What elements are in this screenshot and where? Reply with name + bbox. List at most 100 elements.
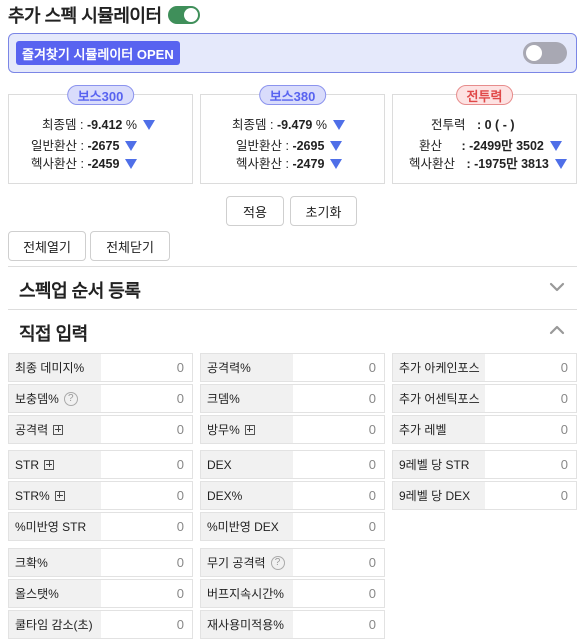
boss380-card: 보스380 최종뎀 : -9.479 % 일반환산 : -2695 헥사환산 :…: [200, 85, 385, 184]
field-label: 추가 레벨: [393, 416, 485, 443]
dex-percent-field[interactable]: DEX% 0: [200, 481, 385, 510]
field-label: 무기 공격력?: [201, 549, 293, 576]
plus-box-icon[interactable]: [54, 490, 65, 501]
str-percent-field[interactable]: STR% 0: [8, 481, 193, 510]
chevron-up-icon: [549, 325, 565, 335]
str-field[interactable]: STR 0: [8, 450, 193, 479]
field-value[interactable]: 0: [369, 580, 376, 607]
spec-order-section-header[interactable]: 스펙업 순서 등록: [8, 266, 577, 308]
field-value[interactable]: 0: [177, 549, 184, 576]
favorites-toggle[interactable]: [523, 42, 567, 64]
field-value[interactable]: 0: [369, 416, 376, 443]
favorites-open-button[interactable]: 즐겨찾기 시뮬레이터 OPEN: [16, 41, 180, 65]
field-value[interactable]: 0: [369, 385, 376, 412]
field-value[interactable]: 0: [177, 611, 184, 638]
apply-button[interactable]: 적용: [226, 196, 284, 226]
combat-power-hexa-conv: 헥사환산 : -1975만 3813: [409, 153, 567, 172]
field-value[interactable]: 0: [177, 385, 184, 412]
section-title: 스펙업 순서 등록: [19, 281, 141, 301]
expand-all-button[interactable]: 전체열기: [8, 231, 86, 261]
collapse-all-button[interactable]: 전체닫기: [90, 231, 170, 261]
field-label-text: 보충뎀%: [15, 392, 59, 406]
direct-input-section-header[interactable]: 직접 입력: [8, 309, 577, 351]
field-value[interactable]: 0: [177, 354, 184, 381]
extra-level-field[interactable]: 추가 레벨 0: [392, 415, 577, 444]
cooldown-reduction-field[interactable]: 쿨타임 감소(초) 0: [8, 610, 193, 639]
crit-damage-field[interactable]: 크뎀% 0: [200, 384, 385, 413]
section-title: 직접 입력: [19, 324, 88, 344]
crit-rate-field[interactable]: 크확% 0: [8, 548, 193, 577]
cooldown-ignore-field[interactable]: 재사용미적용% 0: [200, 610, 385, 639]
help-icon[interactable]: ?: [63, 391, 78, 406]
attack-field[interactable]: 공격력 0: [8, 415, 193, 444]
boss-damage-field[interactable]: 보충뎀%? 0: [8, 384, 193, 413]
field-label-text: 무기 공격력: [207, 556, 266, 570]
stat-label: 환산: [419, 139, 443, 153]
field-value[interactable]: 0: [369, 354, 376, 381]
boss380-final-dmg: 최종뎀 : -9.479 %: [232, 114, 345, 133]
field-value[interactable]: 0: [369, 451, 376, 478]
field-value[interactable]: 0: [177, 513, 184, 540]
stat-value: -9.412: [86, 118, 123, 132]
weapon-attack-field[interactable]: 무기 공격력? 0: [200, 548, 385, 577]
stat-value: -2459: [87, 157, 120, 171]
boss380-general-conv: 일반환산 : -2695: [236, 135, 343, 154]
field-value[interactable]: 0: [177, 451, 184, 478]
stat-value: : 0 ( - ): [477, 118, 515, 132]
field-value[interactable]: 0: [561, 416, 568, 443]
field-value[interactable]: 0: [561, 354, 568, 381]
boss300-final-dmg: 최종뎀 : -9.412 %: [42, 114, 155, 133]
field-value[interactable]: 0: [177, 416, 184, 443]
field-label: 최종 데미지%: [9, 354, 101, 381]
unapplied-dex-field[interactable]: %미반영 DEX 0: [200, 512, 385, 541]
str-per-9-level-field[interactable]: 9레벨 당 STR 0: [392, 450, 577, 479]
page-title: 추가 스펙 시뮬레이터: [8, 6, 162, 26]
extra-authentic-force-field[interactable]: 추가 어센틱포스 0: [392, 384, 577, 413]
field-value[interactable]: 0: [561, 451, 568, 478]
field-value[interactable]: 0: [369, 482, 376, 509]
stat-label: 일반환산 :: [31, 139, 84, 153]
field-value[interactable]: 0: [369, 549, 376, 576]
unapplied-str-field[interactable]: %미반영 STR 0: [8, 512, 193, 541]
field-value[interactable]: 0: [369, 611, 376, 638]
field-value[interactable]: 0: [177, 580, 184, 607]
stat-value: -2695: [292, 139, 325, 153]
all-stat-field[interactable]: 올스탯% 0: [8, 579, 193, 608]
field-label-text: 크확%: [15, 556, 48, 570]
field-label-text: 크뎀%: [207, 392, 240, 406]
down-arrow-icon: [549, 141, 562, 151]
field-value[interactable]: 0: [177, 482, 184, 509]
field-value[interactable]: 0: [369, 513, 376, 540]
plus-box-icon[interactable]: [44, 459, 54, 470]
plus-box-icon[interactable]: [53, 424, 64, 435]
final-damage-field[interactable]: 최종 데미지% 0: [8, 353, 193, 382]
dex-field[interactable]: DEX 0: [200, 450, 385, 479]
field-label-text: 추가 레벨: [399, 423, 447, 437]
field-label-text: 버프지속시간%: [207, 587, 284, 601]
reset-button[interactable]: 초기화: [290, 196, 357, 226]
field-label: 보충뎀%?: [9, 385, 101, 412]
field-label-text: STR%: [15, 488, 50, 503]
stat-label: 헥사환산 :: [31, 157, 84, 171]
field-value[interactable]: 0: [561, 482, 568, 509]
field-label-text: 공격력: [15, 423, 49, 437]
simulator-toggle[interactable]: [167, 6, 200, 24]
field-value[interactable]: 0: [561, 385, 568, 412]
field-label-text: 최종 데미지%: [15, 361, 85, 375]
field-label-text: 올스탯%: [15, 587, 59, 601]
boss300-general-conv: 일반환산 : -2675: [31, 135, 138, 154]
field-label: DEX: [201, 451, 293, 478]
attack-percent-field[interactable]: 공격력% 0: [200, 353, 385, 382]
boss380-badge: 보스380: [258, 85, 327, 105]
stat-value: : -2499만 3502: [461, 139, 544, 153]
extra-arcane-force-field[interactable]: 추가 아케인포스 0: [392, 353, 577, 382]
ignore-defense-field[interactable]: 방무% 0: [200, 415, 385, 444]
field-label: 재사용미적용%: [201, 611, 293, 638]
plus-box-icon[interactable]: [244, 424, 255, 435]
field-label: 크뎀%: [201, 385, 293, 412]
stat-value: -2675: [87, 139, 120, 153]
buff-duration-field[interactable]: 버프지속시간% 0: [200, 579, 385, 608]
help-icon[interactable]: ?: [270, 555, 285, 570]
field-label-text: 쿨타임 감소(초): [15, 618, 93, 632]
dex-per-9-level-field[interactable]: 9레벨 당 DEX 0: [392, 481, 577, 510]
